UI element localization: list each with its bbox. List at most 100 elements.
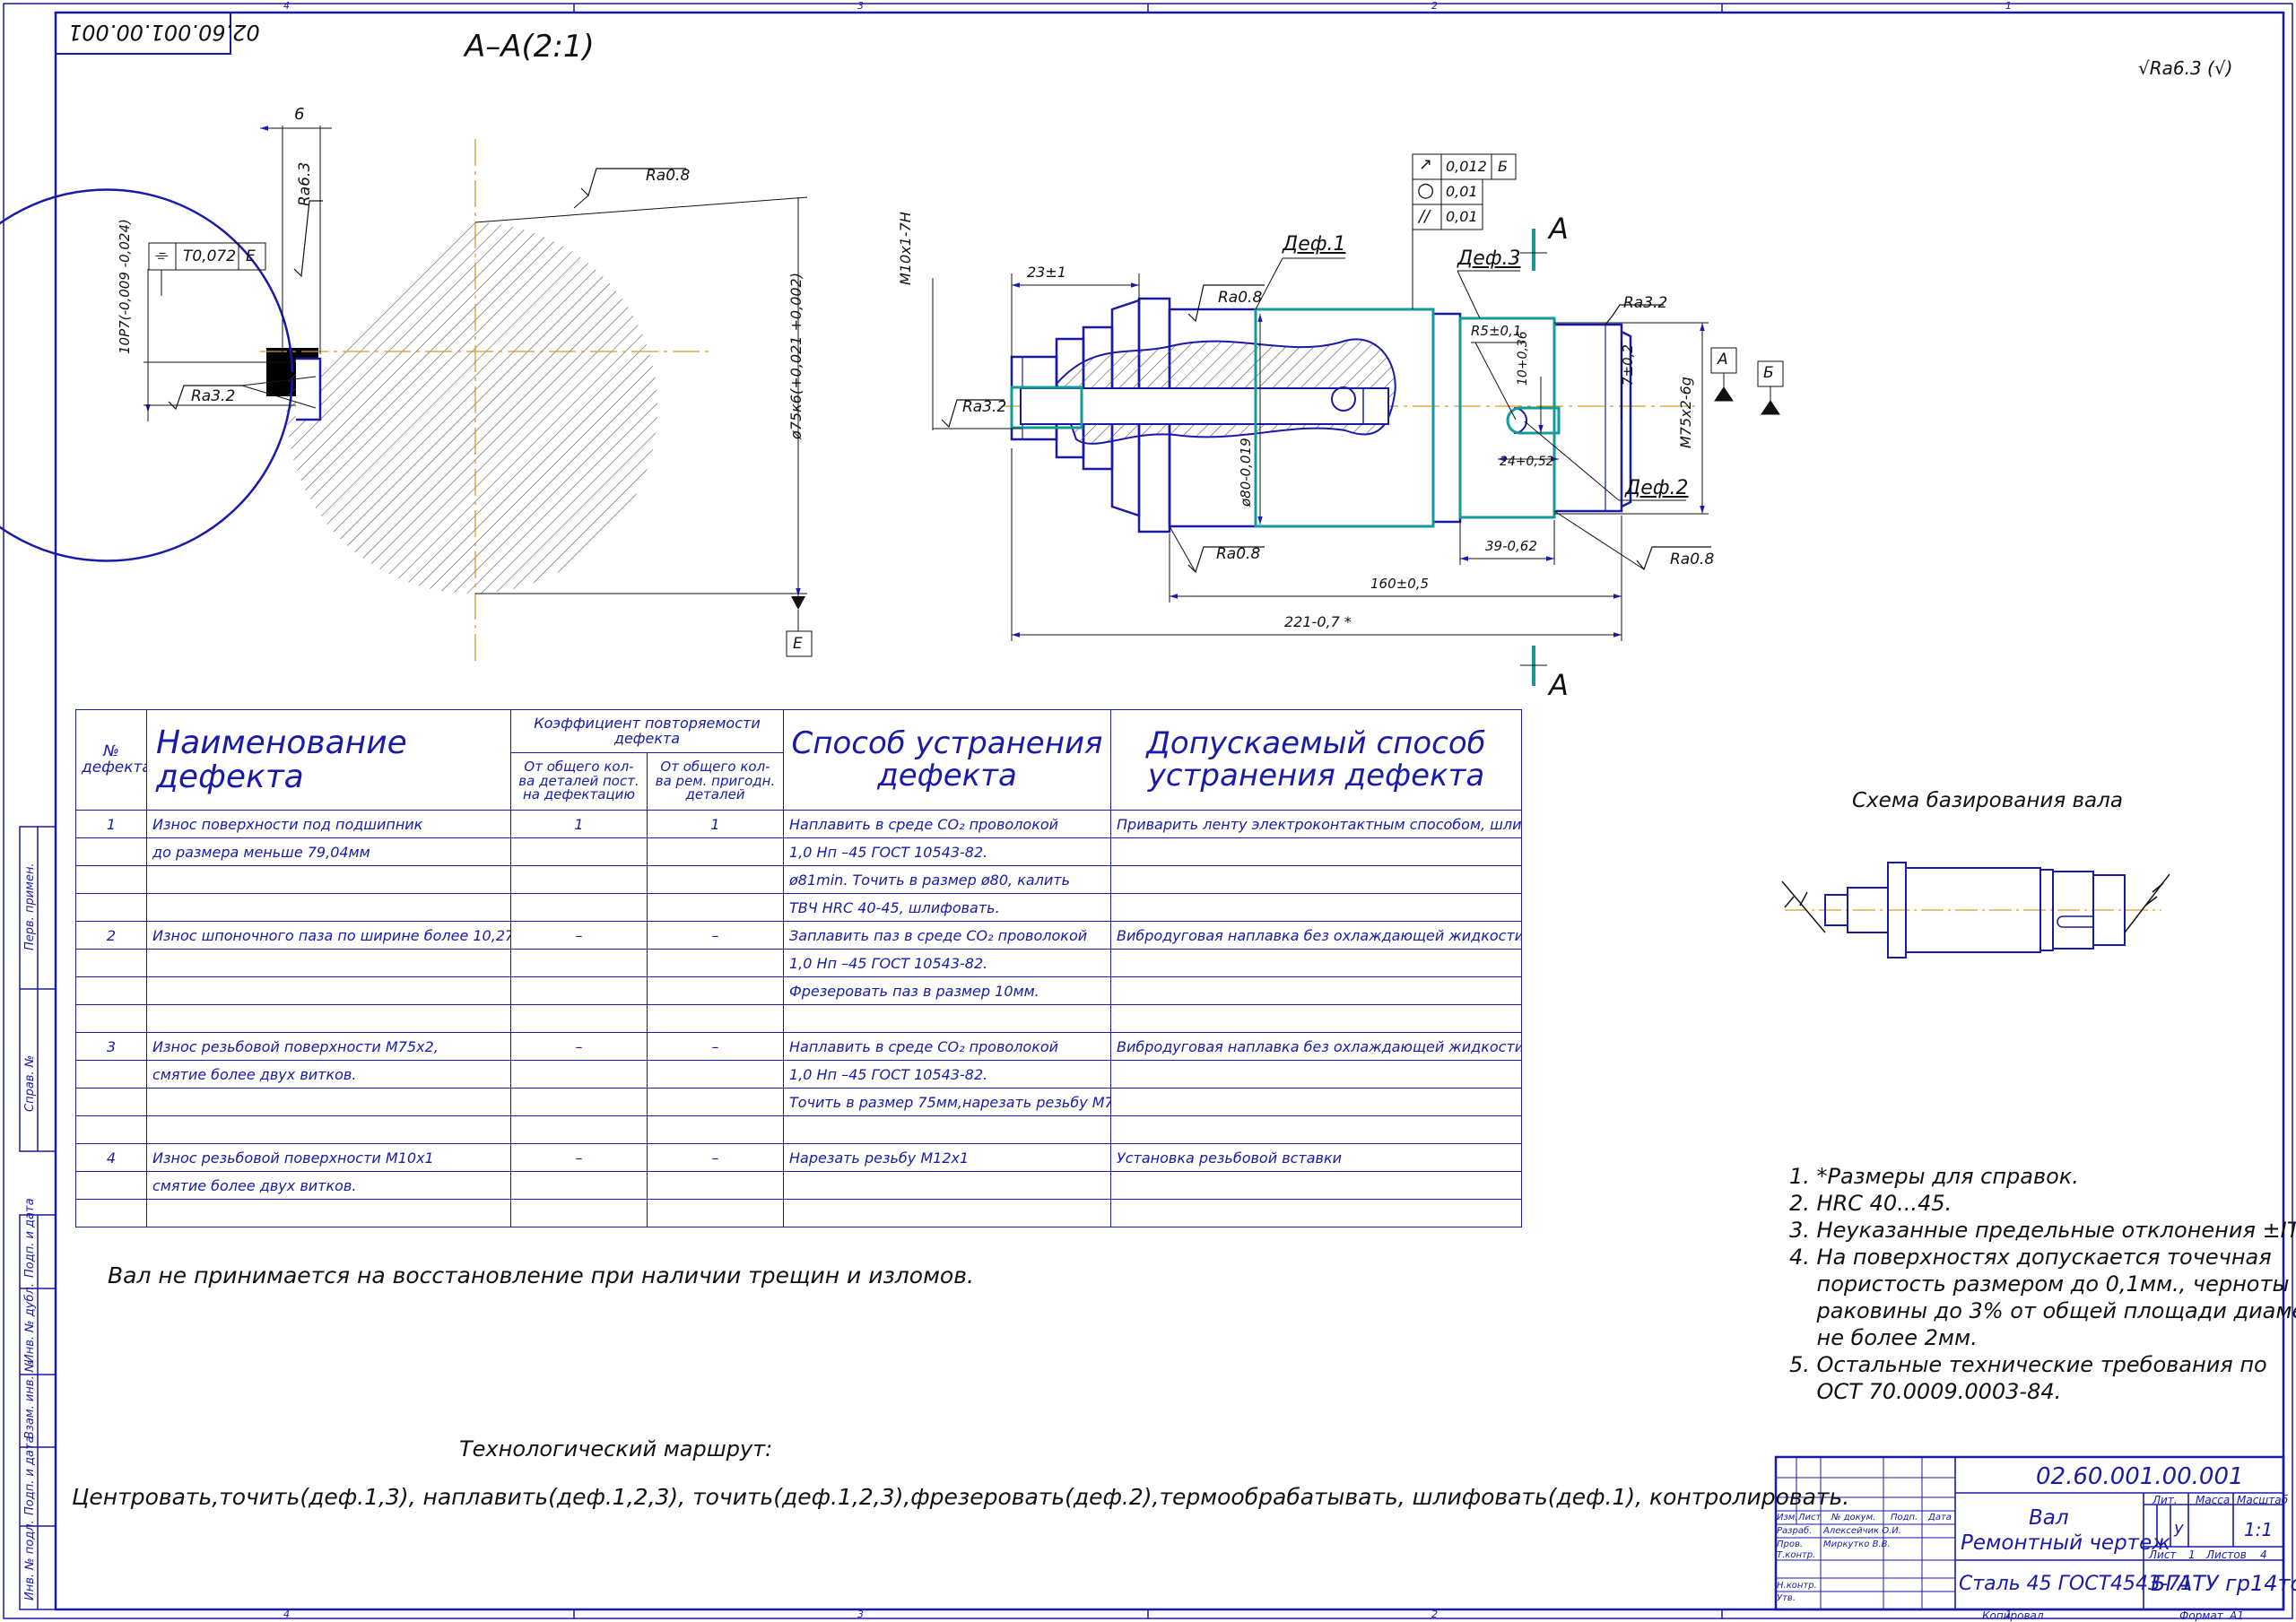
cell-coef-2: 1	[647, 810, 784, 838]
tech-note-4: 4. На поверхностях допускается точечная	[1789, 1245, 2272, 1270]
cell-number: 3	[75, 1032, 147, 1061]
cell-number	[75, 1088, 147, 1116]
dim-7: 7±0,2	[1620, 344, 1636, 386]
cell-method: Наплавить в среде CO₂ проволокой	[783, 1032, 1111, 1061]
dim-10: 10+0,36	[1516, 331, 1530, 386]
header-defect-name: Наименование дефекта	[146, 709, 511, 811]
runout-datum: Б	[1498, 158, 1508, 175]
cell-method: Заплавить паз в среде CO₂ проволокой	[783, 921, 1111, 950]
basing-scheme	[1781, 862, 2170, 958]
cell-coef-2	[647, 865, 784, 894]
cell-coef-2	[647, 1171, 784, 1200]
cell-method: ø81min. Точить в размер ø80, калить	[783, 865, 1111, 894]
cell-coef-1	[510, 893, 648, 922]
dim-39: 39-0,62	[1485, 538, 1537, 554]
zone-number-top-2: 3	[857, 0, 864, 12]
cell-allowed: Установка резьбовой вставки	[1110, 1143, 1522, 1172]
cell-method	[783, 1004, 1111, 1033]
cell-number	[75, 949, 147, 977]
cell-defect-name: до размера меньше 79,04мм	[146, 837, 511, 866]
cell-defect-name: Износ шпоночного паза по ширине более 10…	[146, 921, 511, 950]
cell-allowed	[1110, 949, 1522, 977]
zone-number-bottom-2: 3	[857, 1609, 864, 1620]
cell-method: Наплавить в среде CO₂ проволокой	[783, 810, 1111, 838]
parallel-symbol: //	[1419, 207, 1431, 226]
table-row: 3 Износ резьбовой поверхности М75х2, – – Нап…	[75, 1032, 1522, 1061]
section-mark-bottom: А	[1549, 668, 1569, 702]
route-text: Центровать,точить(деф.1,3), наплавить(де…	[72, 1484, 1850, 1510]
side-stamp-2: Справ. №	[23, 1054, 37, 1112]
header-number: № дефекта	[75, 709, 147, 811]
tb-col-sign: Подп.	[1891, 1513, 1918, 1522]
cell-method: 1,0 Нп –45 ГОСТ 10543-82.	[783, 949, 1111, 977]
cell-coef-1	[510, 837, 648, 866]
dim-160: 160±0,5	[1370, 576, 1430, 592]
cell-allowed: Вибродуговая наплавка без охлаждающей жи…	[1110, 921, 1522, 950]
tb-role-check: Пров.	[1777, 1540, 1804, 1549]
roundness-value: 0,01	[1446, 183, 1478, 200]
header-coef-sub2: От общего кол-ва рем. пригодн. деталей	[647, 752, 784, 811]
tb-mass-label: Масса	[2196, 1494, 2231, 1506]
tb-org: БГАТУ гр14тс	[2151, 1571, 2296, 1596]
cell-allowed	[1110, 1088, 1522, 1116]
shaft-view	[1000, 297, 1695, 533]
cell-allowed	[1110, 976, 1522, 1005]
cell-coef-1	[510, 865, 648, 894]
cell-defect-name	[146, 893, 511, 922]
defect-label-3: Деф.3	[1457, 247, 1521, 270]
table-row	[75, 1199, 1522, 1227]
header-method: Способ устранения дефекта	[783, 709, 1111, 811]
tech-note-3: 3. Неуказанные предельные отклонения ±IT…	[1789, 1218, 2296, 1243]
table-row: ø81min. Точить в размер ø80, калить	[75, 865, 1522, 894]
side-stamp-3: Подп. и дата	[23, 1198, 37, 1278]
cell-defect-name: смятие более двух витков.	[146, 1060, 511, 1089]
cell-defect-name	[146, 1088, 511, 1116]
table-row: Фрезеровать паз в размер 10мм.	[75, 976, 1522, 1005]
cell-method: Точить в размер 75мм,нарезать резьбу М75…	[783, 1088, 1111, 1116]
side-stamp-7: Инв. № подл.	[23, 1520, 37, 1600]
defect-label-1: Деф.1	[1283, 233, 1346, 256]
tech-note-5: 5. Остальные технические требования по	[1789, 1352, 2267, 1377]
roughness-journal-top: Ra0.8	[1218, 289, 1263, 307]
cell-allowed	[1110, 1115, 1522, 1144]
tech-note-1: 1. *Размеры для справок.	[1789, 1164, 2079, 1189]
cell-coef-2	[647, 1115, 784, 1144]
cell-number	[75, 893, 147, 922]
table-row: смятие более двух витков. 1,0 Нп –45 ГОСТ…	[75, 1060, 1522, 1089]
cell-defect-name: Износ резьбовой поверхности М75х2,	[146, 1032, 511, 1061]
table-row: 1,0 Нп –45 ГОСТ 10543-82.	[75, 949, 1522, 977]
dim-80: ø80-0,019	[1238, 438, 1254, 507]
tb-role-ncontr: Н.контр.	[1777, 1581, 1817, 1591]
thread-m75: M75x2-6g	[1677, 377, 1694, 448]
dim-221: 221-0,7 *	[1284, 613, 1352, 630]
tech-note-4b: пористость размером до 0,1мм., черноты и	[1789, 1271, 2296, 1297]
tb-sheets-label: Листов	[2206, 1548, 2247, 1561]
tech-note-2: 2. HRC 40...45.	[1789, 1191, 1952, 1216]
cell-coef-2	[647, 976, 784, 1005]
cell-allowed	[1110, 1171, 1522, 1200]
table-row: Точить в размер 75мм,нарезать резьбу М75…	[75, 1088, 1522, 1116]
tb-col-date: Дата	[1928, 1513, 1952, 1522]
tech-notes: 1. *Размеры для справок. 2. HRC 40...45.…	[1789, 1163, 2296, 1405]
zone-number-bottom-1: 4	[283, 1609, 290, 1620]
tb-lit-value: у	[2174, 1519, 2184, 1538]
tb-role-approve: Утв.	[1777, 1593, 1796, 1603]
cell-coef-2: –	[647, 1032, 784, 1061]
tb-sheet-value: 1	[2188, 1548, 2196, 1561]
cell-coef-2: –	[647, 921, 784, 950]
defect-table-body: 1 Износ поверхности под подшипник 1 1 Наплав…	[75, 810, 1522, 1227]
cell-defect-name	[146, 949, 511, 977]
table-row: смятие более двух витков.	[75, 1171, 1522, 1200]
cell-allowed	[1110, 1199, 1522, 1227]
roughness-keyway-side: Ra6.3	[296, 161, 314, 206]
cell-number	[75, 1004, 147, 1033]
cell-coef-2	[647, 1060, 784, 1089]
cell-defect-name	[146, 1004, 511, 1033]
tb-copied: Копировал	[1982, 1609, 2044, 1622]
header-allowed: Допускаемый способ устранения дефекта	[1110, 709, 1522, 811]
tech-note-4c: раковины до 3% от общей площади диаметро…	[1816, 1298, 2296, 1323]
cell-coef-1	[510, 1060, 648, 1089]
tb-name-check: Миркутко В.В.	[1823, 1540, 1891, 1549]
cell-defect-name	[146, 1199, 511, 1227]
section-title: А–А(2:1)	[465, 29, 595, 65]
